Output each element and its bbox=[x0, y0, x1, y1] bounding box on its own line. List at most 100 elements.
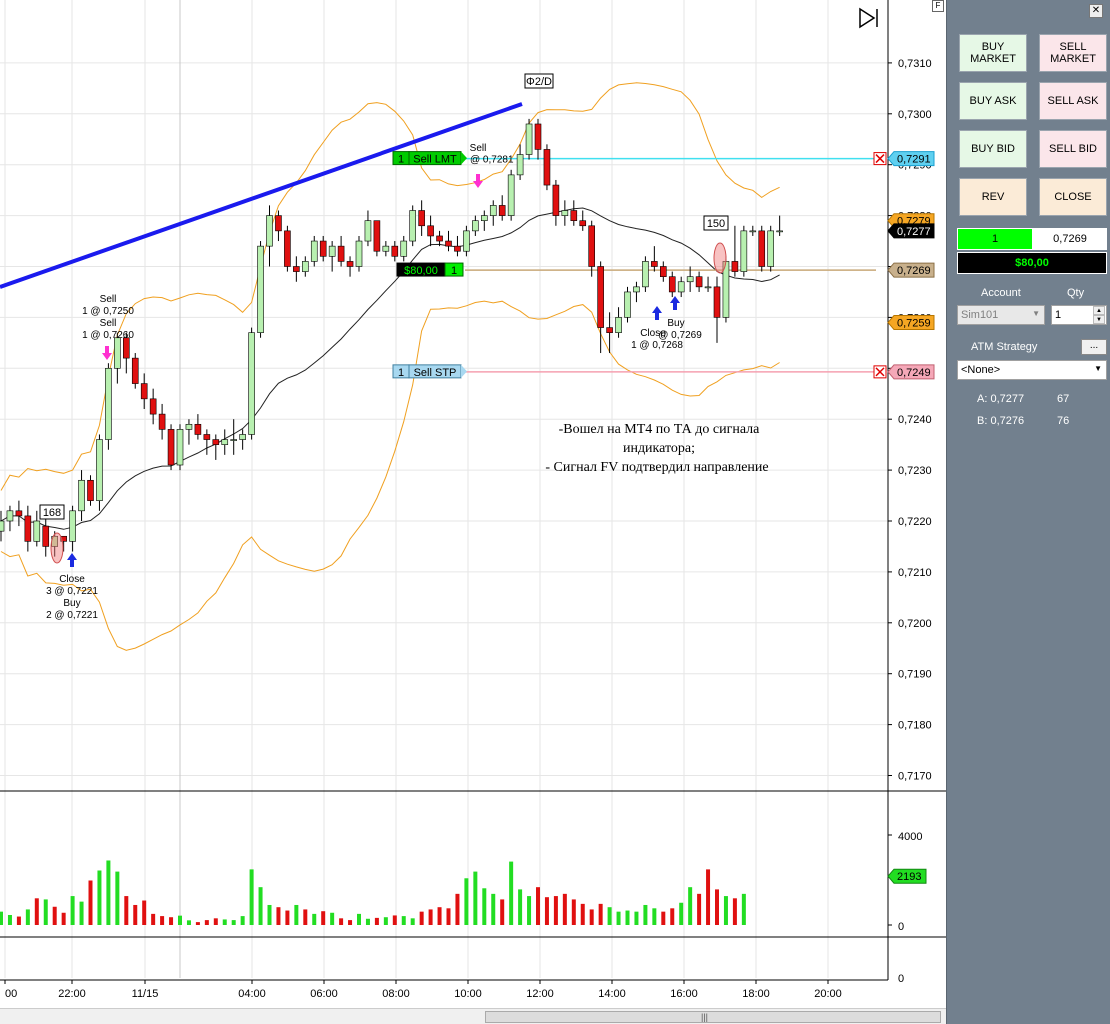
candle-bearish[interactable] bbox=[606, 327, 613, 333]
candle-bullish[interactable] bbox=[400, 240, 408, 257]
candle-bearish[interactable] bbox=[319, 240, 327, 257]
candle-bullish[interactable] bbox=[301, 261, 309, 272]
candle-bullish[interactable] bbox=[96, 439, 103, 501]
candle-bearish[interactable] bbox=[203, 434, 211, 440]
candle-bullish[interactable] bbox=[776, 230, 783, 233]
buy-bid-button[interactable]: BUY BID bbox=[959, 130, 1027, 168]
stepper-down-icon[interactable]: ▼ bbox=[1093, 315, 1105, 324]
candle-bullish[interactable] bbox=[409, 210, 417, 242]
candle-bearish[interactable] bbox=[597, 266, 604, 328]
candle-bearish[interactable] bbox=[588, 225, 596, 267]
candle-bullish[interactable] bbox=[257, 245, 264, 333]
candle-bearish[interactable] bbox=[87, 479, 94, 501]
candle-bullish[interactable] bbox=[185, 423, 193, 430]
candle-bullish[interactable] bbox=[507, 174, 515, 216]
candle-bullish[interactable] bbox=[114, 337, 121, 369]
candle-bearish[interactable] bbox=[167, 429, 175, 466]
candle-bullish[interactable] bbox=[248, 332, 255, 435]
candle-bullish[interactable] bbox=[615, 317, 622, 333]
candle-bearish[interactable] bbox=[713, 286, 721, 318]
candle-bearish[interactable] bbox=[695, 276, 703, 288]
candle-bullish[interactable] bbox=[480, 215, 488, 221]
candle-bearish[interactable] bbox=[284, 230, 291, 267]
candle-bullish[interactable] bbox=[767, 230, 775, 267]
sell-bid-button[interactable]: SELL BID bbox=[1039, 130, 1107, 168]
account-select[interactable]: Sim101 ▼ bbox=[957, 305, 1045, 325]
candle-bullish[interactable] bbox=[677, 281, 685, 293]
candle-bullish[interactable] bbox=[310, 240, 318, 262]
candle-bullish[interactable] bbox=[704, 286, 712, 289]
candle-bearish[interactable] bbox=[149, 398, 157, 415]
candle-bullish[interactable] bbox=[176, 429, 184, 466]
candle-bearish[interactable] bbox=[293, 266, 300, 272]
candle-bullish[interactable] bbox=[328, 245, 336, 257]
candle-bullish[interactable] bbox=[740, 230, 748, 272]
candle-bullish[interactable] bbox=[561, 210, 569, 216]
horizontal-scrollbar[interactable]: ||| bbox=[0, 1008, 946, 1024]
candle-bearish[interactable] bbox=[346, 261, 354, 267]
sell-market-button[interactable]: SELL MARKET bbox=[1039, 34, 1107, 72]
candle-bullish[interactable] bbox=[230, 439, 237, 441]
candle-bearish[interactable] bbox=[579, 220, 587, 227]
candle-bullish[interactable] bbox=[266, 215, 273, 247]
candle-bearish[interactable] bbox=[668, 276, 676, 293]
candle-bullish[interactable] bbox=[489, 205, 497, 216]
buy-ask-button[interactable]: BUY ASK bbox=[959, 82, 1027, 120]
close-position-button[interactable]: CLOSE bbox=[1039, 178, 1107, 216]
candle-bearish[interactable] bbox=[731, 261, 739, 272]
play-to-end-icon[interactable] bbox=[859, 7, 876, 29]
price-chart-svg[interactable]: 0,73100,73000,72900,72800,72700,72600,72… bbox=[0, 0, 946, 1024]
candle-bearish[interactable] bbox=[140, 383, 148, 400]
candle-bearish[interactable] bbox=[42, 525, 50, 547]
reverse-button[interactable]: REV bbox=[959, 178, 1027, 216]
candle-bullish[interactable] bbox=[749, 230, 757, 233]
candle-bearish[interactable] bbox=[131, 357, 139, 384]
atm-properties-button[interactable]: ... bbox=[1081, 339, 1107, 355]
candle-bearish[interactable] bbox=[659, 266, 667, 277]
candle-bearish[interactable] bbox=[570, 210, 578, 221]
candle-bearish[interactable] bbox=[427, 225, 434, 237]
candle-bearish[interactable] bbox=[212, 439, 220, 445]
buy-market-button[interactable]: BUY MARKET bbox=[959, 34, 1027, 72]
candle-bullish[interactable] bbox=[642, 261, 649, 288]
candle-bearish[interactable] bbox=[445, 240, 452, 247]
stepper-up-icon[interactable]: ▲ bbox=[1093, 306, 1105, 315]
candle-bearish[interactable] bbox=[373, 220, 381, 252]
candle-bullish[interactable] bbox=[6, 510, 14, 522]
candle-bullish[interactable] bbox=[463, 230, 470, 252]
candle-bearish[interactable] bbox=[758, 230, 766, 267]
candle-bearish[interactable] bbox=[391, 245, 399, 257]
candle-bearish[interactable] bbox=[498, 205, 506, 216]
candle-bearish[interactable] bbox=[15, 510, 23, 517]
candle-bullish[interactable] bbox=[33, 520, 41, 542]
candle-bullish[interactable] bbox=[78, 479, 85, 512]
candle-bullish[interactable] bbox=[686, 276, 694, 283]
candle-bearish[interactable] bbox=[543, 149, 551, 186]
sell-ask-button[interactable]: SELL ASK bbox=[1039, 82, 1107, 120]
candle-bearish[interactable] bbox=[436, 235, 443, 242]
candle-bearish[interactable] bbox=[534, 123, 542, 150]
candle-bearish[interactable] bbox=[337, 245, 345, 262]
candle-bullish[interactable] bbox=[382, 245, 390, 252]
candle-bullish[interactable] bbox=[516, 154, 524, 176]
candle-bullish[interactable] bbox=[239, 434, 246, 440]
candle-bullish[interactable] bbox=[69, 510, 76, 542]
candle-bullish[interactable] bbox=[525, 123, 533, 155]
candle-bearish[interactable] bbox=[454, 245, 461, 252]
candle-bearish[interactable] bbox=[275, 215, 282, 232]
candle-bearish[interactable] bbox=[194, 423, 202, 435]
candle-bearish[interactable] bbox=[651, 261, 658, 267]
candle-bearish[interactable] bbox=[158, 413, 166, 430]
candle-bullish[interactable] bbox=[0, 520, 5, 532]
qty-stepper[interactable]: 1 ▲ ▼ bbox=[1051, 305, 1107, 325]
close-icon[interactable]: ✕ bbox=[1089, 4, 1103, 18]
candle-bearish[interactable] bbox=[418, 210, 425, 227]
candle-bullish[interactable] bbox=[624, 291, 631, 318]
candle-bearish[interactable] bbox=[552, 184, 560, 216]
candle-bullish[interactable] bbox=[221, 439, 229, 445]
candle-bullish[interactable] bbox=[355, 240, 363, 267]
chart-settings-button[interactable]: F bbox=[932, 0, 944, 12]
candle-bullish[interactable] bbox=[472, 220, 479, 232]
scrollbar-thumb[interactable]: ||| bbox=[485, 1011, 941, 1023]
candle-bullish[interactable] bbox=[364, 220, 372, 242]
